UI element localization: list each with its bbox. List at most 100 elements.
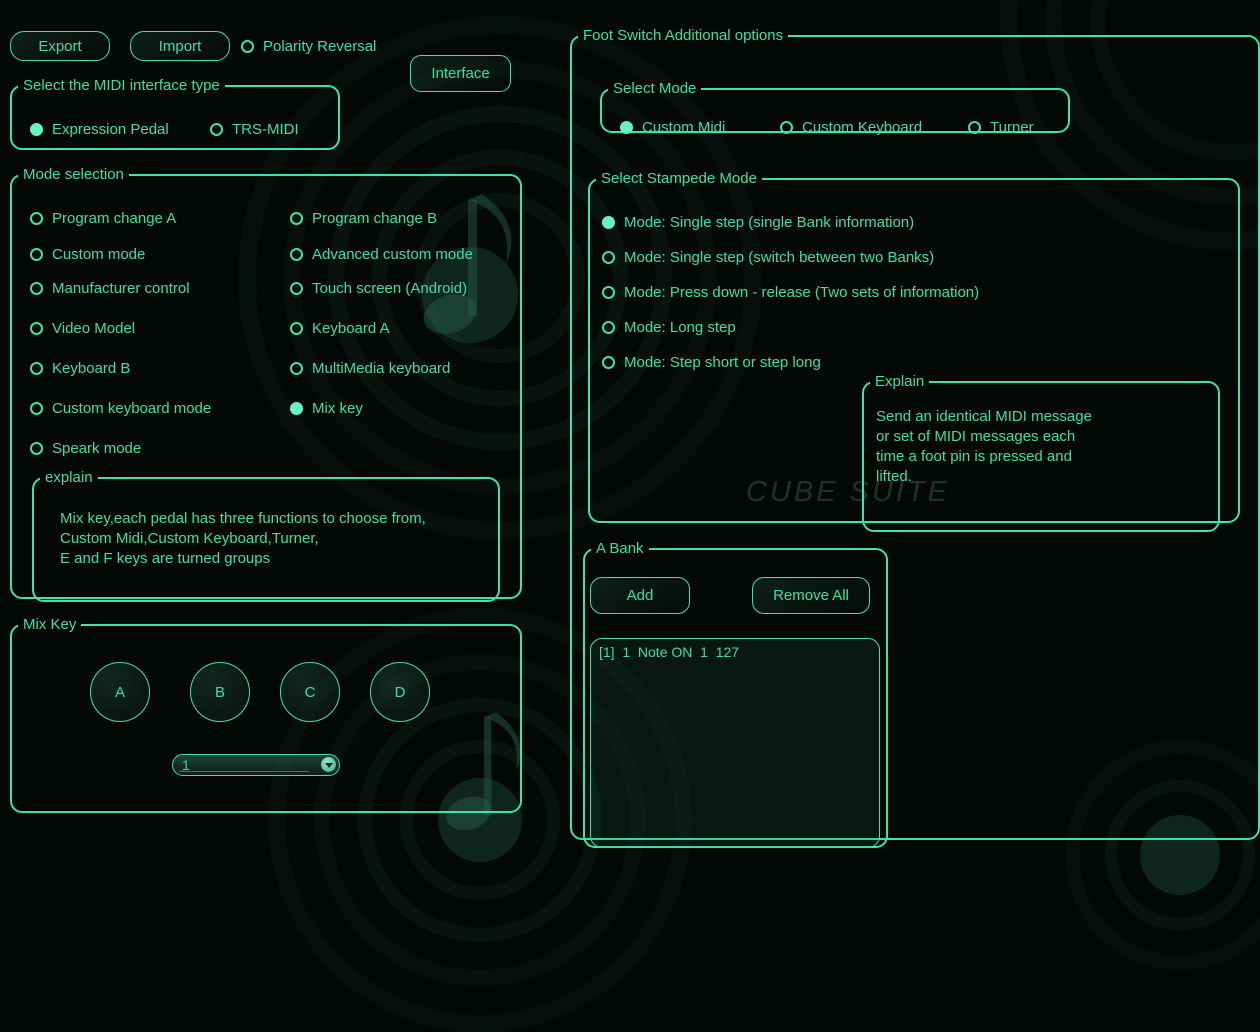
radio-dot-icon bbox=[210, 122, 223, 136]
radio-dot-icon bbox=[290, 401, 303, 415]
mix-key-value-dropdown[interactable]: 1 bbox=[172, 754, 340, 776]
export-button[interactable]: Export bbox=[10, 31, 110, 61]
mix-key-d-button[interactable]: D bbox=[370, 662, 430, 722]
radio-dot-icon bbox=[290, 247, 303, 261]
mode-explain-group: explain Mix key,each pedal has three fun… bbox=[32, 470, 500, 602]
select-mode-group: Select Mode Custom Midi Custom Keyboard … bbox=[600, 80, 1070, 136]
radio-dot-icon bbox=[290, 321, 303, 335]
radio-label: Video Model bbox=[52, 319, 136, 337]
add-button[interactable]: Add bbox=[590, 577, 690, 614]
radio-label: Program change B bbox=[312, 209, 438, 227]
radio-dot-icon bbox=[602, 320, 615, 334]
radio-dot-icon bbox=[30, 247, 43, 261]
mix-key-c-button[interactable]: C bbox=[280, 662, 340, 722]
radio-label: Mix key bbox=[312, 399, 363, 417]
radio-custom-keyboard[interactable]: Custom Keyboard bbox=[780, 117, 922, 137]
radio-dot-icon bbox=[290, 211, 303, 225]
polarity-reversal-radio[interactable]: Polarity Reversal bbox=[241, 36, 376, 56]
radio-keyboard-a[interactable]: Keyboard A bbox=[290, 318, 390, 338]
radio-label: Custom Keyboard bbox=[802, 118, 923, 136]
foot-switch-options-legend: Foot Switch Additional options bbox=[583, 27, 784, 44]
radio-manufacturer-control[interactable]: Manufacturer control bbox=[30, 278, 190, 298]
stampede-mode-legend: Select Stampede Mode bbox=[601, 170, 757, 187]
midi-interface-type-legend: Select the MIDI interface type bbox=[23, 77, 220, 94]
radio-touch-screen-android[interactable]: Touch screen (Android) bbox=[290, 278, 467, 298]
remove-all-button[interactable]: Remove All bbox=[752, 577, 870, 614]
foot-switch-options-group: Foot Switch Additional options Select Mo… bbox=[570, 27, 1260, 848]
radio-label: Mode: Single step (single Bank informati… bbox=[624, 213, 915, 231]
interface-button[interactable]: Interface bbox=[410, 55, 511, 92]
radio-label: MultiMedia keyboard bbox=[312, 359, 451, 377]
radio-speark-mode[interactable]: Speark mode bbox=[30, 438, 141, 458]
radio-label: Touch screen (Android) bbox=[312, 279, 468, 297]
radio-program-change-a[interactable]: Program change A bbox=[30, 208, 176, 228]
explain-line: time a foot pin is pressed and bbox=[876, 448, 1072, 465]
radio-dot-icon bbox=[602, 285, 615, 299]
radio-dot-icon bbox=[30, 361, 43, 375]
mix-key-a-button[interactable]: A bbox=[90, 662, 150, 722]
radio-dot-icon bbox=[602, 215, 615, 229]
radio-video-model[interactable]: Video Model bbox=[30, 318, 135, 338]
radio-dot-icon bbox=[602, 355, 615, 369]
import-button[interactable]: Import bbox=[130, 31, 230, 61]
explain-line: E and F keys are turned groups bbox=[60, 550, 271, 567]
chevron-down-icon[interactable] bbox=[321, 757, 336, 772]
radio-dot-icon bbox=[30, 321, 43, 335]
radio-custom-mode[interactable]: Custom mode bbox=[30, 244, 145, 264]
dropdown-underline bbox=[179, 771, 309, 772]
explain-line: Mix key,each pedal has three functions t… bbox=[60, 510, 426, 527]
radio-multimedia-keyboard[interactable]: MultiMedia keyboard bbox=[290, 358, 450, 378]
radio-long-step[interactable]: Mode: Long step bbox=[602, 317, 736, 337]
radio-keyboard-b[interactable]: Keyboard B bbox=[30, 358, 130, 378]
radio-dot-icon bbox=[30, 441, 43, 455]
radio-dot-icon bbox=[30, 122, 43, 136]
polarity-reversal-label: Polarity Reversal bbox=[263, 37, 377, 55]
stampede-mode-group: Select Stampede Mode Mode: Single step (… bbox=[588, 170, 1240, 532]
radio-label: Mode: Press down - release (Two sets of … bbox=[624, 283, 980, 301]
radio-press-down-release[interactable]: Mode: Press down - release (Two sets of … bbox=[602, 282, 979, 302]
radio-single-step-single-bank[interactable]: Mode: Single step (single Bank informati… bbox=[602, 212, 914, 232]
radio-step-short-or-long[interactable]: Mode: Step short or step long bbox=[602, 352, 821, 372]
stampede-explain-legend: Explain bbox=[875, 373, 925, 390]
explain-line: or set of MIDI messages each bbox=[876, 428, 1076, 445]
radio-custom-midi[interactable]: Custom Midi bbox=[620, 117, 725, 137]
bank-message-list[interactable]: [1] 1 Note ON 1 127 bbox=[590, 638, 880, 848]
radio-label: Manufacturer control bbox=[52, 279, 190, 297]
radio-single-step-two-banks[interactable]: Mode: Single step (switch between two Ba… bbox=[602, 247, 934, 267]
trs-midi-label: TRS-MIDI bbox=[232, 120, 299, 138]
radio-program-change-b[interactable]: Program change B bbox=[290, 208, 437, 228]
radio-label: Custom mode bbox=[52, 245, 146, 263]
radio-custom-keyboard-mode[interactable]: Custom keyboard mode bbox=[30, 398, 211, 418]
radio-mix-key[interactable]: Mix key bbox=[290, 398, 363, 418]
expression-pedal-label: Expression Pedal bbox=[52, 120, 169, 138]
mode-selection-legend: Mode selection bbox=[23, 166, 124, 183]
radio-label: Mode: Single step (switch between two Ba… bbox=[624, 248, 935, 266]
radio-turner[interactable]: Turner bbox=[968, 117, 1034, 137]
bank-message-item[interactable]: [1] 1 Note ON 1 127 bbox=[591, 639, 879, 665]
radio-label: Keyboard B bbox=[52, 359, 131, 377]
radio-label: Turner bbox=[990, 118, 1034, 136]
radio-dot-icon bbox=[968, 120, 981, 134]
mix-key-group: Mix Key A B C D 1 bbox=[10, 617, 522, 813]
trs-midi-radio[interactable]: TRS-MIDI bbox=[210, 119, 299, 139]
mode-explain-legend: explain bbox=[45, 469, 93, 486]
radio-dot-icon bbox=[290, 361, 303, 375]
radio-advanced-custom-mode[interactable]: Advanced custom mode bbox=[290, 244, 473, 264]
radio-dot-icon bbox=[30, 281, 43, 295]
radio-label: Custom Midi bbox=[642, 118, 726, 136]
radio-label: Advanced custom mode bbox=[312, 245, 473, 263]
radio-dot-icon bbox=[290, 281, 303, 295]
mix-key-b-button[interactable]: B bbox=[190, 662, 250, 722]
radio-label: Mode: Step short or step long bbox=[624, 353, 821, 371]
midi-interface-type-group: Select the MIDI interface type Expressio… bbox=[10, 78, 340, 150]
radio-dot-icon bbox=[30, 211, 43, 225]
expression-pedal-radio[interactable]: Expression Pedal bbox=[30, 119, 169, 139]
radio-label: Custom keyboard mode bbox=[52, 399, 212, 417]
radio-dot-icon bbox=[780, 120, 793, 134]
radio-label: Speark mode bbox=[52, 439, 142, 457]
select-mode-legend: Select Mode bbox=[613, 80, 697, 97]
radio-label: Program change A bbox=[52, 209, 177, 227]
radio-dot-icon bbox=[241, 39, 254, 53]
a-bank-group: A Bank Add Remove All [1] 1 Note ON 1 12… bbox=[583, 541, 888, 848]
radio-label: Keyboard A bbox=[312, 319, 390, 337]
